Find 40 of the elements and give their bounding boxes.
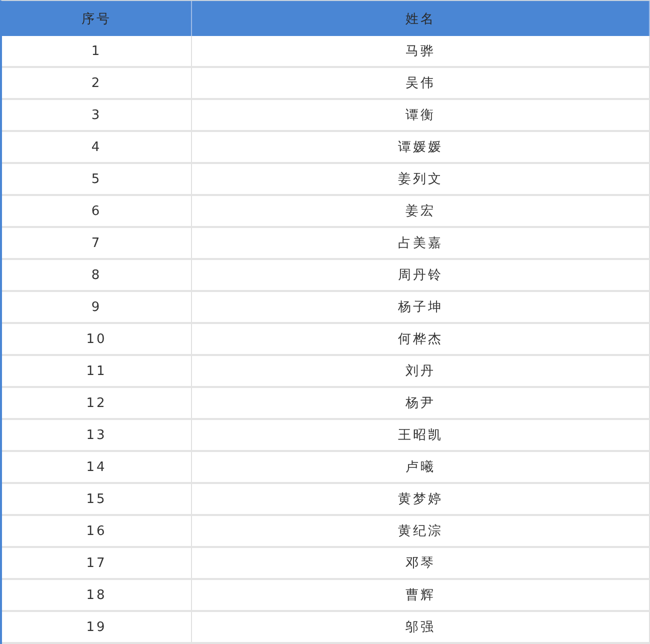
table-cell: 邓琴 xyxy=(192,548,650,578)
table-cell: 9 xyxy=(2,292,192,322)
table-cell: 3 xyxy=(2,100,192,130)
table-cell: 11 xyxy=(2,356,192,386)
table-cell: 13 xyxy=(2,420,192,450)
table-cell: 16 xyxy=(2,516,192,546)
table-cell: 12 xyxy=(2,388,192,418)
table-cell: 邬强 xyxy=(192,612,650,642)
table-cell: 8 xyxy=(2,260,192,290)
table-cell: 4 xyxy=(2,132,192,162)
table-cell: 10 xyxy=(2,324,192,354)
table-cell: 谭媛媛 xyxy=(192,132,650,162)
table-cell: 17 xyxy=(2,548,192,578)
table-cell: 马骅 xyxy=(192,36,650,66)
table-cell: 周丹铃 xyxy=(192,260,650,290)
table-cell: 1 xyxy=(2,36,192,66)
table-cell: 曹辉 xyxy=(192,580,650,610)
table-cell: 18 xyxy=(2,580,192,610)
column-header: 姓名 xyxy=(192,1,650,36)
table-cell: 吴伟 xyxy=(192,68,650,98)
table-cell: 5 xyxy=(2,164,192,194)
table-cell: 谭衡 xyxy=(192,100,650,130)
table-cell: 姜宏 xyxy=(192,196,650,226)
table-cell: 7 xyxy=(2,228,192,258)
table-cell: 黄纪淙 xyxy=(192,516,650,546)
table-cell: 2 xyxy=(2,68,192,98)
table-cell: 刘丹 xyxy=(192,356,650,386)
table-cell: 杨尹 xyxy=(192,388,650,418)
table-cell: 占美嘉 xyxy=(192,228,650,258)
table-cell: 黄梦婷 xyxy=(192,484,650,514)
table-cell: 何桦杰 xyxy=(192,324,650,354)
table-cell: 14 xyxy=(2,452,192,482)
table-cell: 19 xyxy=(2,612,192,642)
table-cell: 姜列文 xyxy=(192,164,650,194)
column-header: 序号 xyxy=(2,1,192,36)
table-cell: 6 xyxy=(2,196,192,226)
table-cell: 杨子坤 xyxy=(192,292,650,322)
table-cell: 15 xyxy=(2,484,192,514)
table-cell: 王昭凯 xyxy=(192,420,650,450)
table-cell: 卢曦 xyxy=(192,452,650,482)
